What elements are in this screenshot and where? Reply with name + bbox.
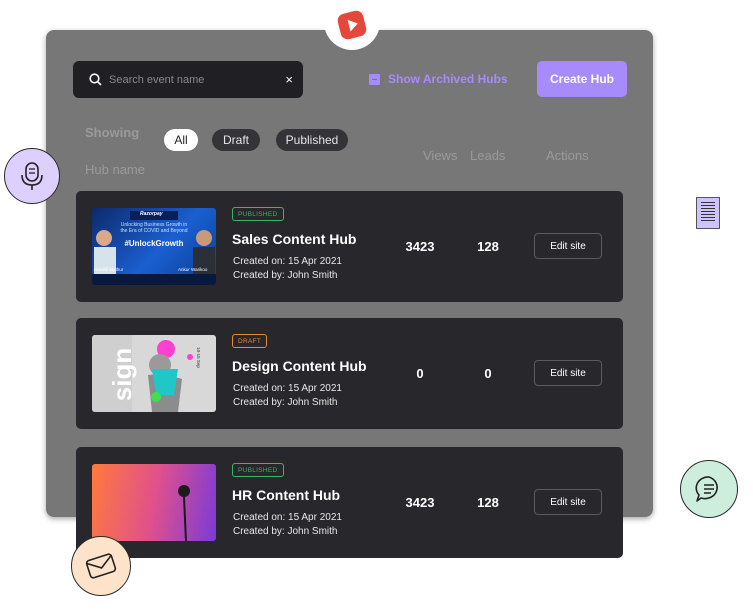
hub-card-sales[interactable]: Razorpay Unlocking Business Growth in th… [76, 191, 623, 302]
create-hub-button[interactable]: Create Hub [537, 61, 627, 97]
status-badge: PUBLISHED [232, 463, 284, 477]
hub-created-on: Created on: 15 Apr 2021 [233, 383, 342, 394]
search-icon [89, 73, 102, 86]
hub-title: HR Content Hub [232, 487, 341, 503]
showing-label: Showing [85, 125, 140, 140]
edit-site-button[interactable]: Edit site [534, 489, 602, 515]
search-bar[interactable]: × [73, 61, 303, 98]
column-header-actions: Actions [546, 148, 589, 163]
status-badge: PUBLISHED [232, 207, 284, 221]
hub-leads: 128 [477, 495, 499, 510]
thumb-date: 10-15 Sep [195, 347, 201, 368]
hub-created-by: Created by: John Smith [233, 397, 338, 408]
thumb-speaker-1: Harshil Mathur [94, 267, 124, 272]
column-header-hub-name: Hub name [85, 162, 145, 177]
hr-thumbnail-art [178, 485, 190, 541]
edit-site-button[interactable]: Edit site [534, 360, 602, 386]
design-hub-thumbnail: sign 10-15 Sep [92, 335, 216, 412]
archive-icon [369, 73, 380, 85]
hub-created-on: Created on: 15 Apr 2021 [233, 256, 342, 267]
hr-hub-thumbnail [92, 464, 216, 541]
show-archived-label: Show Archived Hubs [388, 72, 508, 86]
clear-search-button[interactable]: × [285, 72, 293, 87]
hub-card-design[interactable]: sign 10-15 Sep DRAFT Design Content Hub … [76, 318, 623, 429]
hub-views: 3423 [405, 495, 435, 510]
hub-leads: 0 [484, 366, 492, 381]
filter-chip-draft[interactable]: Draft [212, 129, 260, 151]
thumb-headline: Unlocking Business Growth in the Era of … [120, 222, 188, 235]
hub-leads: 128 [477, 239, 499, 254]
hub-views: 3423 [405, 239, 435, 254]
filter-chip-all[interactable]: All [164, 129, 198, 151]
hub-title: Sales Content Hub [232, 231, 357, 247]
chat-badge [680, 460, 738, 518]
thumb-sign-text: sign [107, 347, 138, 402]
microphone-icon [21, 162, 43, 190]
chat-icon [695, 476, 718, 502]
thumb-brand: Razorpay [140, 211, 163, 217]
show-archived-hubs-link[interactable]: Show Archived Hubs [369, 72, 508, 86]
youtube-icon [336, 9, 368, 41]
mail-icon [85, 553, 117, 579]
hub-title: Design Content Hub [232, 358, 367, 374]
thumb-hashtag: #UnlockGrowth [124, 239, 184, 248]
sales-hub-thumbnail: Razorpay Unlocking Business Growth in th… [92, 208, 216, 285]
edit-site-button[interactable]: Edit site [534, 233, 602, 259]
column-header-leads: Leads [470, 148, 506, 163]
document-icon [696, 197, 720, 229]
column-header-views: Views [423, 148, 458, 163]
status-badge: DRAFT [232, 334, 268, 348]
hub-created-by: Created by: John Smith [233, 526, 338, 537]
hub-views: 0 [416, 366, 424, 381]
hub-created-by: Created by: John Smith [233, 270, 338, 281]
hub-card-hr[interactable]: PUBLISHED HR Content Hub Created on: 15 … [76, 447, 623, 558]
hub-created-on: Created on: 15 Apr 2021 [233, 512, 342, 523]
thumb-speaker-2: Ankur Warikoo [178, 267, 208, 272]
microphone-badge [4, 148, 60, 204]
mail-badge [71, 536, 131, 596]
filter-chip-published[interactable]: Published [276, 129, 348, 151]
search-input[interactable] [109, 73, 286, 86]
